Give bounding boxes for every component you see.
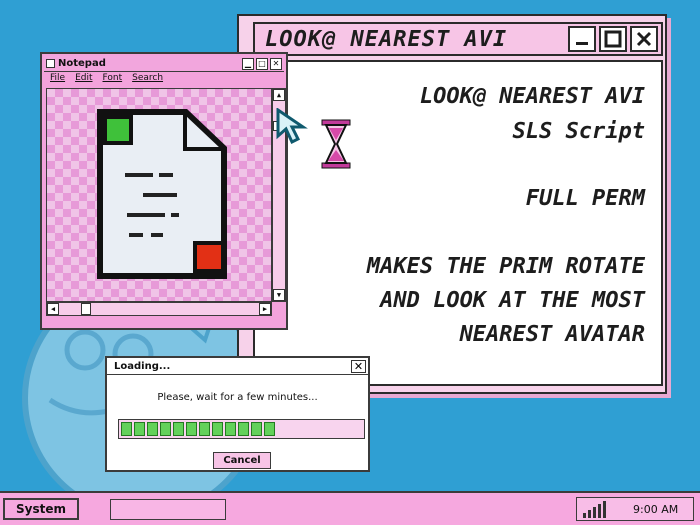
progress-segment [160,422,171,436]
progress-segment [121,422,132,436]
minimize-icon[interactable]: ▁ [242,57,254,70]
clock: 9:00 AM [633,503,679,516]
maximize-icon[interactable] [599,26,627,52]
maximize-icon[interactable]: □ [256,57,268,70]
system-tray: 9:00 AM [576,497,694,521]
taskbar: System 9:00 AM [0,491,700,525]
notepad-title: Notepad [58,58,106,69]
close-icon[interactable] [630,26,658,52]
menu-file[interactable]: File [50,73,65,87]
document-icon [97,109,227,279]
loading-dialog-titlebar[interactable]: Loading... ✕ [107,358,368,375]
system-menu-icon[interactable] [46,59,55,68]
progress-segment [212,422,223,436]
cancel-button[interactable]: Cancel [213,452,271,469]
script-line-4: MAKES THE PRIM ROTATE [366,254,645,279]
script-line-3: FULL PERM [525,186,645,211]
notepad-window: Notepad ▁ □ ✕ File Edit Font Search ▲ ▼ … [40,52,288,330]
scroll-right-icon[interactable]: ▶ [259,303,271,315]
menu-search[interactable]: Search [132,73,163,87]
script-line-2: SLS Script [512,119,645,144]
notepad-menubar: File Edit Font Search [44,73,284,87]
hscroll-thumb[interactable] [81,303,91,315]
cursor-icon [276,108,308,145]
notepad-canvas[interactable] [46,88,272,302]
progress-segment [264,422,275,436]
hourglass-icon [321,119,351,169]
scroll-down-icon[interactable]: ▼ [273,289,285,301]
script-window-titlebar[interactable]: LOOK@ NEAREST AVI [253,22,663,56]
progress-bar [118,419,365,439]
script-line-6: NEAREST AVATAR [459,322,645,347]
script-window-content: LOOK@ NEAREST AVI SLS Script FULL PERM M… [253,60,663,386]
progress-segment [238,422,249,436]
signal-icon [583,501,606,518]
loading-dialog-title: Loading... [114,360,171,372]
start-button[interactable]: System [3,498,79,520]
scroll-up-icon[interactable]: ▲ [273,89,285,101]
progress-segment [173,422,184,436]
loading-dialog: Loading... ✕ Please, wait for a few minu… [105,356,370,472]
menu-font[interactable]: Font [103,73,123,87]
script-line-1: LOOK@ NEAREST AVI [419,84,645,109]
close-icon[interactable]: ✕ [270,57,282,70]
notepad-titlebar[interactable]: Notepad ▁ □ ✕ [44,56,284,72]
menu-edit[interactable]: Edit [75,73,92,87]
script-line-5: AND LOOK AT THE MOST [380,288,645,313]
taskbar-slot[interactable] [110,499,226,520]
progress-segment [225,422,236,436]
close-icon[interactable]: ✕ [351,359,366,373]
script-window-title: LOOK@ NEAREST AVI [265,26,508,52]
progress-segment [134,422,145,436]
progress-segment [251,422,262,436]
progress-segment [186,422,197,436]
script-window: LOOK@ NEAREST AVI LOOK@ NEAREST AVI SLS … [237,14,667,394]
loading-message: Please, wait for a few minutes... [157,392,318,403]
progress-segment [199,422,210,436]
scroll-left-icon[interactable]: ◀ [47,303,59,315]
horizontal-scrollbar[interactable]: ◀ ▶ [46,302,272,316]
minimize-icon[interactable] [568,26,596,52]
progress-segment [147,422,158,436]
